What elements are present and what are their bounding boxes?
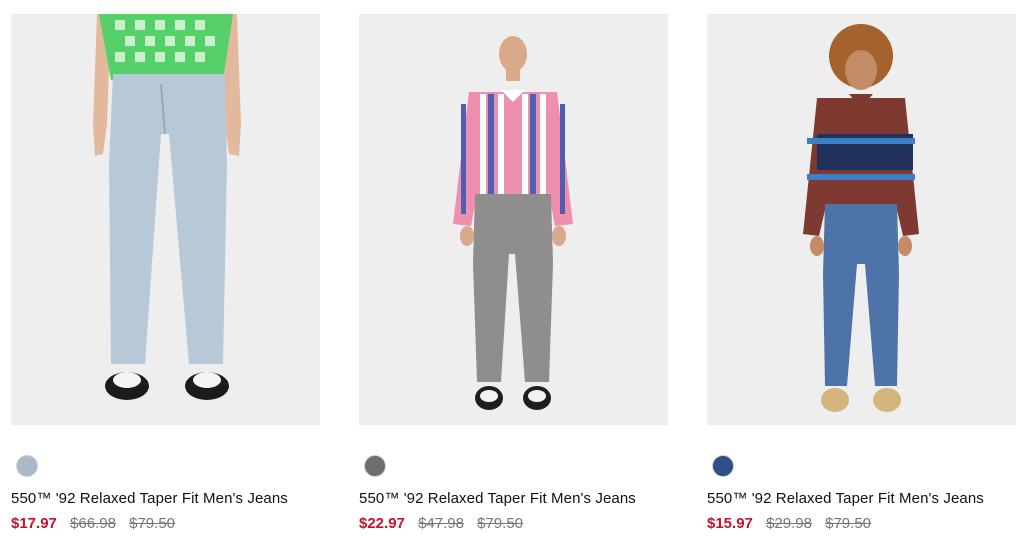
sale-price: $17.97 (11, 515, 57, 532)
color-swatch[interactable] (364, 455, 386, 477)
product-card[interactable]: 550™ '92 Relaxed Taper Fit Men's Jeans $… (707, 14, 1016, 544)
color-swatch[interactable] (16, 455, 38, 477)
list-price: $79.50 (129, 515, 176, 532)
previous-price: $29.98 (766, 515, 812, 532)
product-image[interactable] (707, 14, 1016, 425)
previous-price: $66.98 (70, 515, 116, 532)
product-card[interactable]: 550™ '92 Relaxed Taper Fit Men's Jeans $… (11, 14, 320, 544)
product-image[interactable] (11, 14, 320, 425)
model-photo-grey (359, 14, 668, 425)
sale-price: $22.97 (359, 515, 405, 532)
product-card[interactable]: 550™ '92 Relaxed Taper Fit Men's Jeans $… (359, 14, 668, 544)
list-price: $79.50 (825, 515, 872, 532)
product-image[interactable] (359, 14, 668, 425)
price-row: $22.97 $47.98 $79.50 (359, 515, 532, 532)
product-title[interactable]: 550™ '92 Relaxed Taper Fit Men's Jeans (707, 490, 984, 507)
color-swatch[interactable] (712, 455, 734, 477)
product-title[interactable]: 550™ '92 Relaxed Taper Fit Men's Jeans (11, 490, 288, 507)
model-photo-medium-wash (707, 14, 1016, 425)
price-row: $17.97 $66.98 $79.50 (11, 515, 184, 532)
product-grid: 550™ '92 Relaxed Taper Fit Men's Jeans $… (0, 0, 1024, 550)
sale-price: $15.97 (707, 515, 753, 532)
product-title[interactable]: 550™ '92 Relaxed Taper Fit Men's Jeans (359, 490, 636, 507)
model-photo-light-wash (11, 14, 320, 425)
previous-price: $47.98 (418, 515, 464, 532)
list-price: $79.50 (477, 515, 524, 532)
price-row: $15.97 $29.98 $79.50 (707, 515, 880, 532)
